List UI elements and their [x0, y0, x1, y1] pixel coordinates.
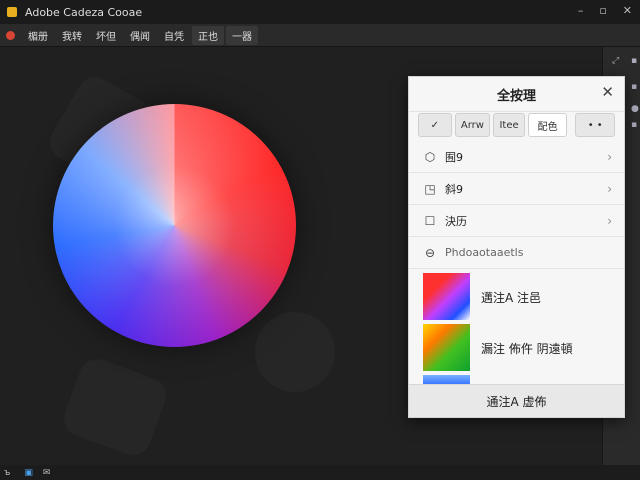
option-row-1[interactable]: ⬡ 囿9 ›: [409, 141, 624, 173]
panel-title: 全按理: [496, 89, 536, 104]
panel-header: 全按理 ✕: [409, 77, 624, 112]
record-icon[interactable]: [6, 30, 15, 40]
preset-swatch-3[interactable]: [423, 375, 470, 384]
status-icon-3[interactable]: ✉: [43, 468, 51, 478]
background-shape: [255, 312, 335, 392]
background-shape: [59, 354, 171, 460]
tab-item[interactable]: Itee: [493, 113, 525, 137]
chevron-right-icon: ›: [607, 181, 612, 196]
tab-more[interactable]: • •: [575, 113, 616, 137]
menu-item-1[interactable]: 楣册: [22, 26, 54, 45]
panel-icon[interactable]: ▪: [631, 57, 639, 66]
hexagon-icon: ⬡: [424, 149, 436, 164]
footer-button[interactable]: 通注A 虚佈: [409, 384, 624, 417]
chevron-right-icon: ›: [607, 213, 612, 228]
menu-item-5[interactable]: 自凭: [158, 26, 190, 45]
option-label: 囿9: [445, 150, 463, 164]
square-corner-icon: ◳: [424, 181, 436, 196]
maximize-button[interactable]: ▫: [599, 4, 606, 17]
window-controls: – ▫ ✕: [578, 4, 632, 17]
menu-item-7[interactable]: 一器: [226, 25, 258, 45]
color-panel: 全按理 ✕ ✓ Arrw Itee 配色 • • ⬡ 囿9 › ◳ 斜9 › ☐…: [408, 76, 625, 418]
tab-color-scheme[interactable]: 配色: [527, 113, 568, 137]
minimize-button[interactable]: –: [578, 4, 584, 17]
title-bar: Adobe Cadeza Cooae – ▫ ✕: [0, 0, 640, 24]
option-label: 斜9: [445, 182, 463, 196]
menu-item-2[interactable]: 我转: [56, 26, 88, 45]
color-wheel[interactable]: [53, 104, 296, 347]
panel-tabs: ✓ Arrw Itee 配色 • •: [418, 113, 616, 137]
close-window-button[interactable]: ✕: [623, 4, 632, 17]
square-icon: ☐: [424, 213, 436, 228]
app-logo-icon: [7, 7, 17, 17]
settings-icon[interactable]: ▪: [631, 121, 639, 130]
preset-label-1[interactable]: 邁注A 注邑: [481, 289, 541, 306]
panel-options: ⬡ 囿9 › ◳ 斜9 › ☐ 決历 › ⊖ Phdoaotaaetls: [409, 141, 624, 269]
avatar-icon[interactable]: ●: [631, 105, 639, 114]
preset-swatch-1[interactable]: [423, 273, 470, 320]
section-label: Phdoaotaaetls: [445, 246, 524, 259]
status-bar: ъ ▣ ✉: [0, 465, 640, 480]
status-icon-1[interactable]: ъ: [4, 468, 10, 478]
option-label: 決历: [445, 214, 467, 228]
menu-item-6[interactable]: 正也: [192, 25, 224, 45]
tab-arrow[interactable]: Arrw: [454, 113, 491, 137]
option-row-2[interactable]: ◳ 斜9 ›: [409, 173, 624, 205]
menu-bar: 楣册 我转 坏但 偶闻 自凭 正也 一器: [0, 24, 640, 47]
window-title: Adobe Cadeza Cooae: [25, 5, 143, 19]
preset-label-2[interactable]: 漏注 佈仵 阴遠頓: [481, 340, 573, 357]
layers-icon[interactable]: ▪: [631, 83, 639, 92]
menu-item-3[interactable]: 坏但: [90, 26, 122, 45]
chevron-right-icon: ›: [607, 149, 612, 164]
circle-minus-icon: ⊖: [424, 245, 436, 260]
tab-check[interactable]: ✓: [418, 113, 452, 137]
preset-swatch-2[interactable]: [423, 324, 470, 371]
option-row-3[interactable]: ☐ 決历 ›: [409, 205, 624, 237]
close-icon[interactable]: ✕: [601, 83, 614, 101]
status-icon-2[interactable]: ▣: [24, 468, 33, 478]
section-row[interactable]: ⊖ Phdoaotaaetls: [409, 237, 624, 269]
menu-item-4[interactable]: 偶闻: [124, 26, 156, 45]
expand-icon[interactable]: ⤢: [612, 57, 620, 66]
